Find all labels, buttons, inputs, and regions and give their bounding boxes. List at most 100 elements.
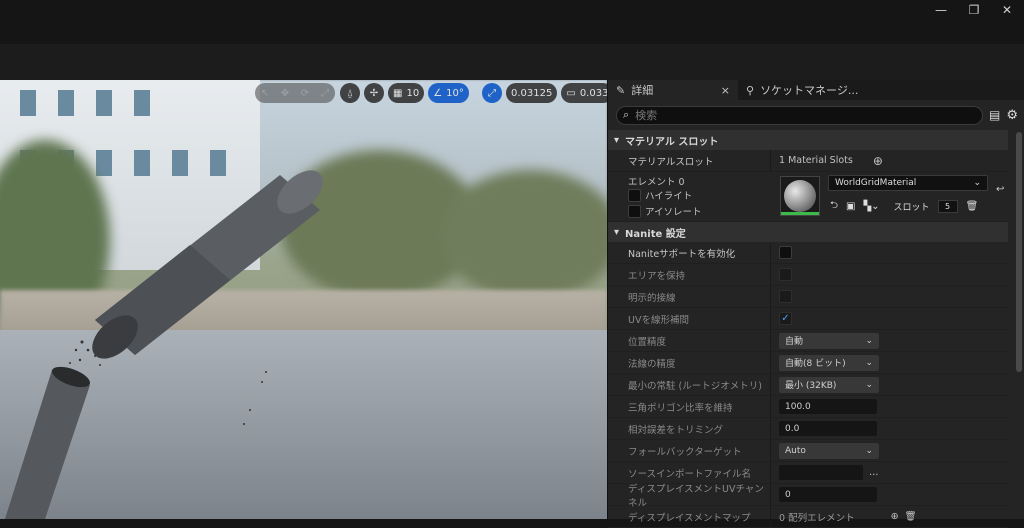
chevron-down-icon: ⌄ — [973, 178, 981, 188]
table-view-icon[interactable]: ▤ — [989, 108, 1000, 122]
grid-icon: ▦ — [393, 87, 403, 99]
property-checkbox[interactable]: ✓ — [779, 312, 792, 325]
property-label: 法線の精度 — [628, 358, 676, 370]
property-label: 相対誤差をトリミング — [628, 424, 724, 436]
material-slots-section[interactable]: ▾ マテリアル スロット — [608, 130, 1008, 150]
nanite-property-row: 法線の精度 自動(8 ビット) ⌄ — [608, 352, 1008, 374]
add-slot-button[interactable]: ⊕ — [873, 154, 883, 168]
nanite-property-row: 明示的接線 — [608, 286, 1008, 308]
nanite-property-row: ディスプレイスメントマップ 0 配列エレメント ⊕ 🗑 — [608, 506, 1008, 528]
select-mode-button[interactable]: ↖ — [255, 83, 275, 103]
dropdown-value: 自動 — [785, 337, 804, 347]
search-input[interactable]: ⌕ 検索 — [616, 105, 983, 125]
scrollbar[interactable] — [1016, 132, 1022, 372]
property-label: マテリアルスロット — [628, 156, 714, 168]
property-number-input[interactable]: 100.0 — [779, 399, 877, 414]
close-tab-button[interactable]: × — [721, 84, 730, 97]
tab-details-label: 詳細 — [631, 84, 654, 97]
checker-icon[interactable]: ▚⌄ — [863, 201, 879, 212]
transform-tools: ↖ ✥ ⟳ ⤢ — [255, 83, 335, 103]
property-label: ディスプレイスメントUVチャンネル — [628, 483, 764, 509]
minimize-button[interactable]: — — [924, 0, 958, 20]
slots-count: 1 Material Slots — [779, 155, 853, 166]
element-label: エレメント 0 — [628, 177, 685, 188]
nanite-property-row: 相対誤差をトリミング 0.0 — [608, 418, 1008, 440]
chevron-down-icon: ⌄ — [865, 357, 873, 368]
scale-snap-value-button[interactable]: 0.03125 — [506, 83, 558, 103]
material-thumbnail[interactable] — [780, 176, 820, 216]
property-dropdown[interactable]: 自動 ⌄ — [779, 332, 879, 349]
browse-icon[interactable]: ▣ — [846, 201, 855, 212]
upper-cylinder[interactable] — [84, 154, 331, 367]
property-number-input[interactable]: 0.0 — [779, 421, 877, 436]
surface-snap-button[interactable]: ✢ — [364, 83, 384, 103]
transform-mode-group: ↖ ✥ ⟳ ⤢ — [255, 83, 335, 103]
property-label: フォールバックターゲット — [628, 446, 742, 458]
scale-snap-value: 0.03125 — [511, 87, 553, 99]
dropdown-value: 最小 (32KB) — [785, 381, 837, 391]
tab-socket-manager[interactable]: ⚲ ソケットマネージ... — [738, 80, 866, 100]
title-bar: — ❐ ✕ — [0, 0, 1024, 44]
property-dropdown[interactable]: 自動(8 ビット) ⌄ — [779, 354, 879, 371]
property-checkbox[interactable] — [779, 268, 792, 281]
property-label: 位置精度 — [628, 336, 667, 348]
pencil-icon: ✎ — [616, 83, 626, 97]
material-picker[interactable]: WorldGridMaterial ⌄ — [828, 175, 988, 191]
use-selected-icon[interactable]: ⮌ — [830, 198, 838, 215]
browse-ellipsis-button[interactable]: … — [869, 467, 879, 478]
material-sphere — [784, 180, 816, 212]
menu-bar — [0, 44, 1024, 80]
reset-arrow-icon[interactable]: ↩ — [996, 184, 1004, 195]
isolate-checkbox[interactable] — [628, 204, 641, 218]
add-element-icon[interactable]: ⊕ — [891, 511, 899, 522]
trash-icon[interactable]: 🗑 — [966, 201, 979, 212]
details-panel: ✎ 詳細 × ⚲ ソケットマネージ... ⌕ 検索 ▤ ⚙ ▾ マテリアル スロット… — [607, 80, 1024, 528]
restore-button[interactable]: ❐ — [957, 0, 991, 20]
level-viewport[interactable]: ↖ ✥ ⟳ ⤢ ⍙ ✢ ▦ 10 ∠ 10° ⤢ 0.03125 ▭ 0.033 — [0, 80, 607, 519]
scale-snap-toggle[interactable]: ⤢ — [482, 83, 502, 103]
translate-mode-button[interactable]: ✥ — [275, 83, 295, 103]
material-slots-row: マテリアルスロット 1 Material Slots ⊕ — [608, 150, 1008, 172]
rotate-mode-button[interactable]: ⟳ — [295, 83, 315, 103]
scale-snap-tools: ⤢ 0.03125 ▭ 0.033 — [482, 83, 607, 103]
angle-snap-button[interactable]: ∠ 10° — [428, 83, 469, 103]
trash-icon[interactable]: 🗑 — [905, 511, 917, 522]
nanite-property-row: UVを線形補間 ✓ — [608, 308, 1008, 330]
property-dropdown[interactable]: 最小 (32KB) ⌄ — [779, 376, 879, 393]
section-title: Nanite 設定 — [625, 228, 686, 240]
material-name: WorldGridMaterial — [835, 178, 917, 188]
highlight-label: ハイライト — [645, 191, 693, 202]
camera-speed-button[interactable]: ▭ 0.033 — [561, 83, 607, 103]
property-number-input[interactable]: 0 — [779, 487, 877, 502]
dropdown-value: 自動(8 ビット) — [785, 359, 846, 369]
slot-label: スロット — [893, 203, 930, 213]
chevron-down-icon: ⌄ — [865, 379, 873, 390]
slot-value[interactable]: 5 — [937, 200, 958, 213]
tab-details[interactable]: ✎ 詳細 × — [608, 80, 738, 100]
gear-icon[interactable]: ⚙ — [1006, 108, 1018, 123]
grid-snap-button[interactable]: ▦ 10 — [388, 83, 425, 103]
property-dropdown[interactable]: Auto ⌄ — [779, 442, 879, 459]
nanite-property-row: 三角ポリゴン比率を維持 100.0 — [608, 396, 1008, 418]
angle-icon: ∠ — [433, 87, 443, 99]
close-window-button[interactable]: ✕ — [990, 0, 1024, 20]
property-checkbox[interactable] — [779, 290, 792, 303]
file-path-input[interactable] — [779, 465, 863, 480]
property-label: UVを線形補間 — [628, 314, 689, 326]
search-icon: ⌕ — [623, 108, 630, 121]
highlight-checkbox[interactable] — [628, 188, 641, 202]
property-label: 最小の常駐 (ルートジオメトリ) — [628, 380, 762, 392]
dropdown-value: Auto — [785, 445, 806, 456]
nanite-property-row: エリアを保持 — [608, 264, 1008, 286]
property-checkbox[interactable] — [779, 246, 792, 259]
property-label: 三角ポリゴン比率を維持 — [628, 402, 733, 414]
lower-cylinder[interactable] — [5, 363, 93, 519]
nanite-section[interactable]: ▾ Nanite 設定 — [608, 222, 1008, 242]
tab-socket-label: ソケットマネージ... — [760, 84, 859, 97]
nanite-property-row: 位置精度 自動 ⌄ — [608, 330, 1008, 352]
array-count: 0 配列エレメント — [779, 512, 855, 524]
world-local-button[interactable]: ⍙ — [340, 83, 360, 103]
nanite-property-row: ディスプレイスメントUVチャンネル 0 — [608, 483, 1008, 509]
grid-snap-value: 10 — [406, 87, 420, 99]
scale-mode-button[interactable]: ⤢ — [315, 83, 335, 103]
